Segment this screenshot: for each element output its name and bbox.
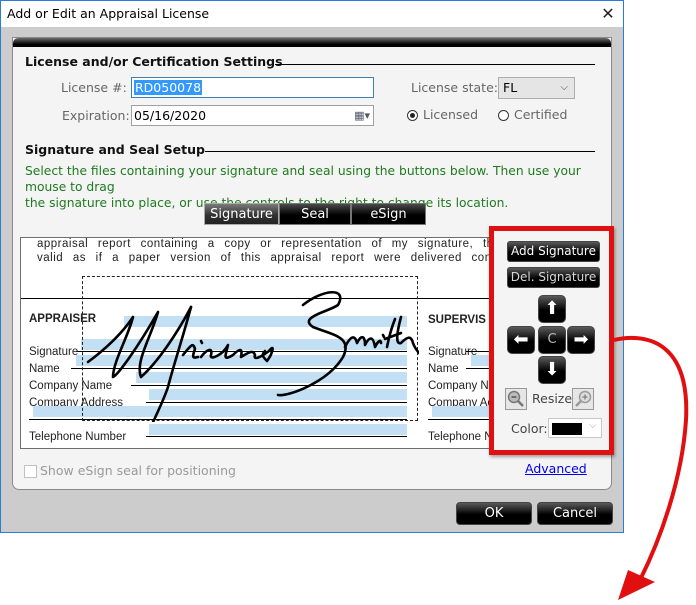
annotation-arrow — [613, 335, 689, 600]
arrow-head-icon — [618, 570, 655, 600]
arrow-curve — [613, 335, 689, 581]
